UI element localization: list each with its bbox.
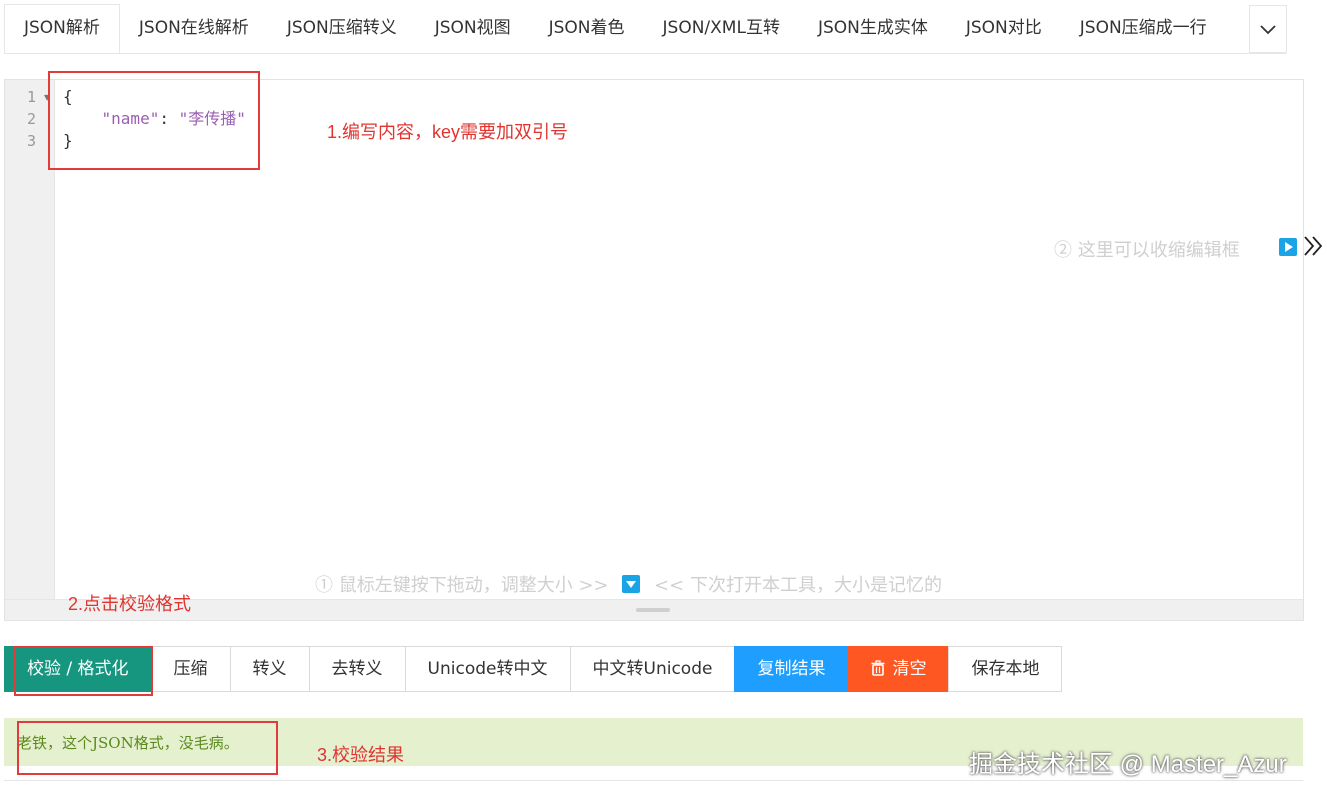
unescape-button[interactable]: 去转义 — [308, 646, 406, 692]
tab-json-parse[interactable]: JSON解析 — [4, 4, 120, 53]
resize-grip[interactable] — [636, 608, 670, 612]
watermark: 掘金技术社区 @ Master_Azur — [969, 751, 1287, 778]
double-chevron-right-icon[interactable] — [1302, 233, 1324, 263]
resize-handle[interactable] — [5, 599, 1303, 620]
triangle-down-icon[interactable] — [622, 575, 641, 593]
annotation-box-validate — [14, 646, 153, 696]
escape-button[interactable]: 转义 — [229, 646, 310, 692]
tab-json-one-line[interactable]: JSON压缩成一行 — [1061, 4, 1226, 52]
tab-json-xml[interactable]: JSON/XML互转 — [644, 4, 799, 52]
copy-result-button[interactable]: 复制结果 — [734, 646, 849, 692]
resize-hint-left: ① 鼠标左键按下拖动，调整大小 >> — [315, 575, 609, 596]
tool-tabs: JSON解析 JSON在线解析 JSON压缩转义 JSON视图 JSON着色 J… — [4, 4, 1286, 54]
more-tabs-button[interactable] — [1249, 5, 1287, 53]
line-number: 1 — [26, 88, 36, 106]
annotation-box-result — [17, 721, 278, 775]
action-buttons: 校验 / 格式化 压缩 转义 去转义 Unicode转中文 中文转Unicode… — [4, 646, 1063, 692]
tab-json-color[interactable]: JSON着色 — [530, 4, 644, 52]
tab-json-view[interactable]: JSON视图 — [416, 4, 530, 52]
annotation-box-editor — [48, 71, 260, 170]
clear-button-label: 清空 — [892, 659, 927, 679]
annotation-step3: 3.校验结果 — [317, 745, 405, 765]
collapse-hint: ② 这里可以收缩编辑框 — [1054, 240, 1240, 261]
annotation-step1: 1.编写内容，key需要加双引号 — [327, 122, 569, 142]
tab-json-compare[interactable]: JSON对比 — [947, 4, 1061, 52]
resize-hint-right: << 下次打开本工具，大小是记忆的 — [654, 575, 942, 596]
unicode-to-chinese-button[interactable]: Unicode转中文 — [404, 646, 571, 692]
chinese-to-unicode-button[interactable]: 中文转Unicode — [569, 646, 736, 692]
annotation-step2: 2.点击校验格式 — [68, 594, 192, 614]
chevron-down-icon — [1260, 25, 1276, 35]
tab-json-online-parse[interactable]: JSON在线解析 — [120, 4, 268, 52]
save-local-button[interactable]: 保存本地 — [948, 646, 1063, 692]
resize-hint: ① 鼠标左键按下拖动，调整大小 >> << 下次打开本工具，大小是记忆的 — [315, 571, 942, 597]
trash-icon — [871, 660, 885, 676]
tab-json-entity[interactable]: JSON生成实体 — [799, 4, 947, 52]
result-output-area[interactable] — [4, 780, 1303, 797]
line-number: 3 — [26, 132, 36, 150]
collapse-editor-button[interactable] — [1279, 237, 1297, 258]
play-icon — [1279, 237, 1297, 256]
line-number: 2 — [26, 110, 36, 128]
tab-json-compress-escape[interactable]: JSON压缩转义 — [268, 4, 416, 52]
compress-button[interactable]: 压缩 — [150, 646, 231, 692]
clear-button[interactable]: 清空 — [847, 646, 950, 692]
